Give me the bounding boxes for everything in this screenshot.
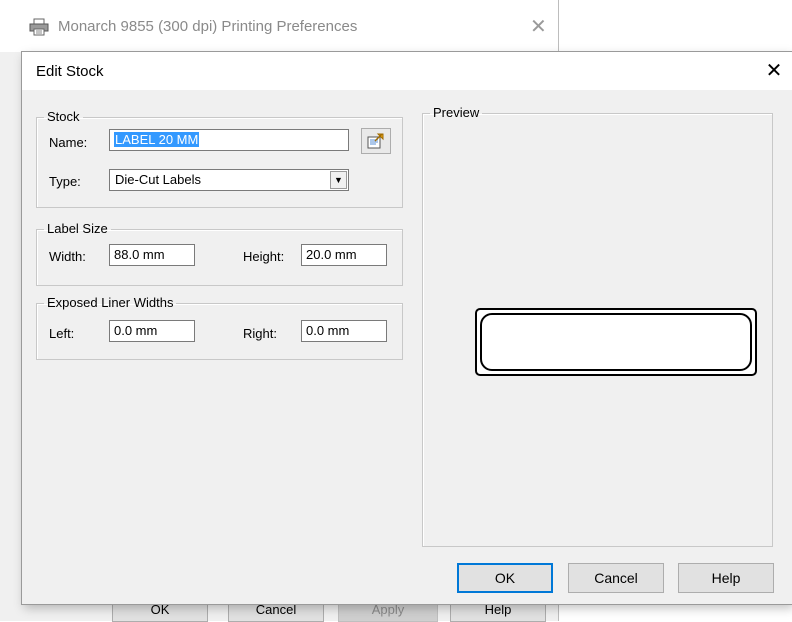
stock-legend: Stock: [47, 109, 80, 124]
chevron-down-icon[interactable]: ▼: [330, 171, 347, 189]
right-label: Right:: [243, 326, 277, 341]
printing-preferences-title: Monarch 9855 (300 dpi) Printing Preferen…: [58, 18, 358, 35]
help-button[interactable]: Help: [678, 563, 774, 593]
height-label: Height:: [243, 249, 285, 264]
name-input-value: LABEL 20 MM: [114, 132, 200, 147]
name-label: Name:: [49, 135, 88, 150]
stock-properties-icon: [367, 133, 384, 149]
width-input[interactable]: 88.0 mm: [109, 244, 195, 266]
label-size-legend: Label Size: [47, 221, 108, 236]
right-input[interactable]: 0.0 mm: [301, 320, 387, 342]
close-icon[interactable]: ✕: [760, 57, 788, 85]
edit-stock-titlebar: Edit Stock ✕: [22, 52, 792, 90]
label-preview: [475, 308, 757, 376]
width-label: Width:: [49, 249, 86, 264]
printing-preferences-titlebar: Monarch 9855 (300 dpi) Printing Preferen…: [0, 0, 558, 52]
ok-button[interactable]: OK: [457, 563, 553, 593]
type-label: Type:: [49, 174, 81, 189]
printer-icon: [29, 18, 49, 36]
left-label: Left:: [49, 326, 75, 341]
stock-group: Stock: [36, 110, 403, 208]
type-select[interactable]: Die-Cut Labels ▼: [109, 169, 349, 191]
stock-properties-button[interactable]: [361, 128, 391, 154]
type-select-value: Die-Cut Labels: [115, 172, 201, 187]
close-icon[interactable]: ✕: [530, 14, 547, 39]
dialog-title: Edit Stock: [36, 63, 104, 80]
height-input[interactable]: 20.0 mm: [301, 244, 387, 266]
label-preview-shape: [480, 313, 752, 371]
left-input[interactable]: 0.0 mm: [109, 320, 195, 342]
preview-legend: Preview: [433, 105, 480, 120]
name-input[interactable]: LABEL 20 MM: [109, 129, 349, 151]
exposed-liner-legend: Exposed Liner Widths: [47, 295, 174, 310]
cancel-button[interactable]: Cancel: [568, 563, 664, 593]
